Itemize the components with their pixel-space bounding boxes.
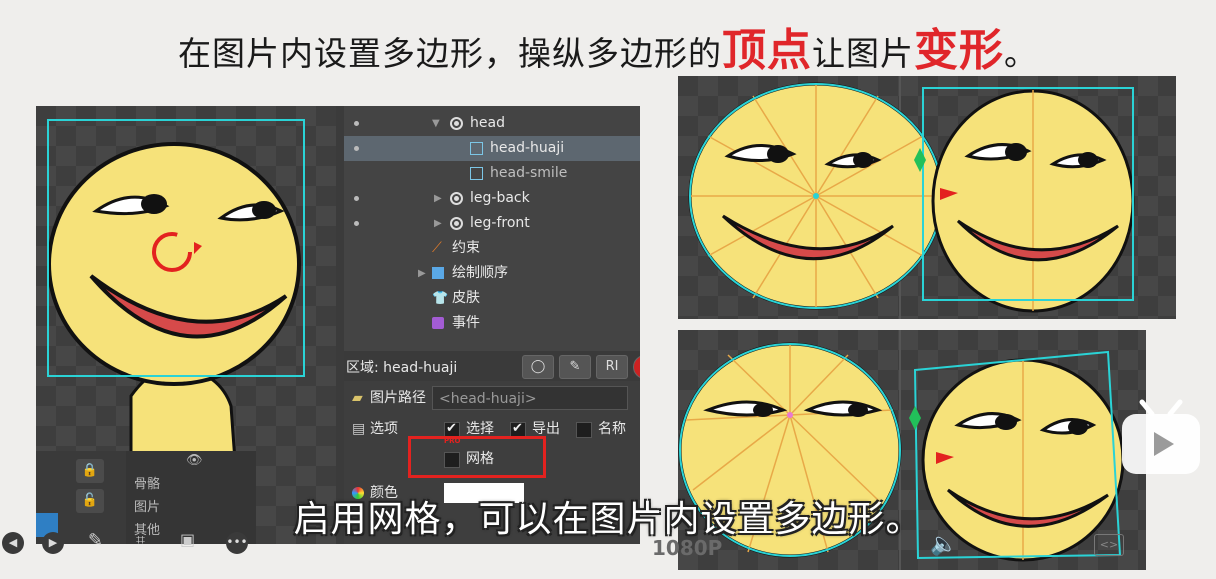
chevron-right-icon[interactable]: ▶ [434,186,442,211]
video-subtitle: 启用网格，可以在图片内设置多边形。 [293,499,923,540]
folder-icon: ▰ [352,390,363,406]
brush-icon[interactable]: ✎ [559,355,591,379]
bone-icon [450,192,463,205]
draw-order-icon [432,267,444,279]
headline-highlight-vertex: 顶点 [722,25,812,76]
mesh-drawing-top [688,76,1135,319]
chevron-right-icon[interactable]: ▶ [434,211,442,236]
headline-part1: 在图片内设置多边形，操纵多边形的 [178,34,722,73]
headline-highlight-deform: 变形 [914,25,1004,76]
shirt-icon: 👕 [432,291,449,306]
headline-part2: 让图片 [812,34,914,73]
tree-item-leg-front[interactable]: ▶ leg-front [344,211,640,236]
mesh-screenshot-top [678,76,1176,319]
chevron-right-icon[interactable]: ▶ [418,261,426,286]
event-icon [432,317,444,329]
chevron-down-icon[interactable]: ▼ [432,111,440,136]
tree-item-head[interactable]: ▼ head [344,111,640,136]
region-title: 区域: head-huaji [346,360,458,376]
name-checkbox[interactable] [576,422,592,438]
ri-button[interactable]: RI [596,355,628,379]
eye-icon[interactable]: 👁 [186,453,203,468]
tree-item-skins[interactable]: 👕 皮肤 [344,286,640,311]
mesh-highlight-box [408,436,546,478]
lock-icon[interactable]: 🔒 [76,459,104,483]
tree-item-head-huaji[interactable]: head-huaji [344,136,640,161]
tree-item-draw-order[interactable]: ▶ 绘制顺序 [344,261,640,286]
bone-icon [450,117,463,130]
tree-item-leg-back[interactable]: ▶ leg-back [344,186,640,211]
tree-item-events[interactable]: 事件 [344,311,640,336]
tree-item-constraints[interactable]: ⟋ 约束 [344,236,640,261]
tree-item-head-smile[interactable]: head-smile [344,161,640,186]
image-path-field[interactable]: <head-huaji> [432,386,628,410]
region-attachment-icon [470,142,483,155]
spine-editor-screenshot: ▼ head head-huaji head-smile ▶ leg-back … [36,106,640,544]
tree-panel: ▼ head head-huaji head-smile ▶ leg-back … [344,106,640,351]
bone-icon [450,217,463,230]
headline-part3: 。 [1004,34,1038,73]
tv-logo-watermark [1122,399,1200,474]
circle-icon[interactable]: ◯ [522,355,554,379]
close-icon[interactable]: ✕ [633,355,640,379]
image-path-row: ▰ 图片路径 <head-huaji> [344,384,640,412]
region-header: 区域: head-huaji ◯ ✎ RI ✕ [344,351,640,381]
headline: 在图片内设置多边形，操纵多边形的顶点让图片变形。 [0,14,1216,78]
region-attachment-icon [470,167,483,180]
options-icon: ▤ [352,421,366,437]
constraint-icon: ⟋ [432,240,442,256]
